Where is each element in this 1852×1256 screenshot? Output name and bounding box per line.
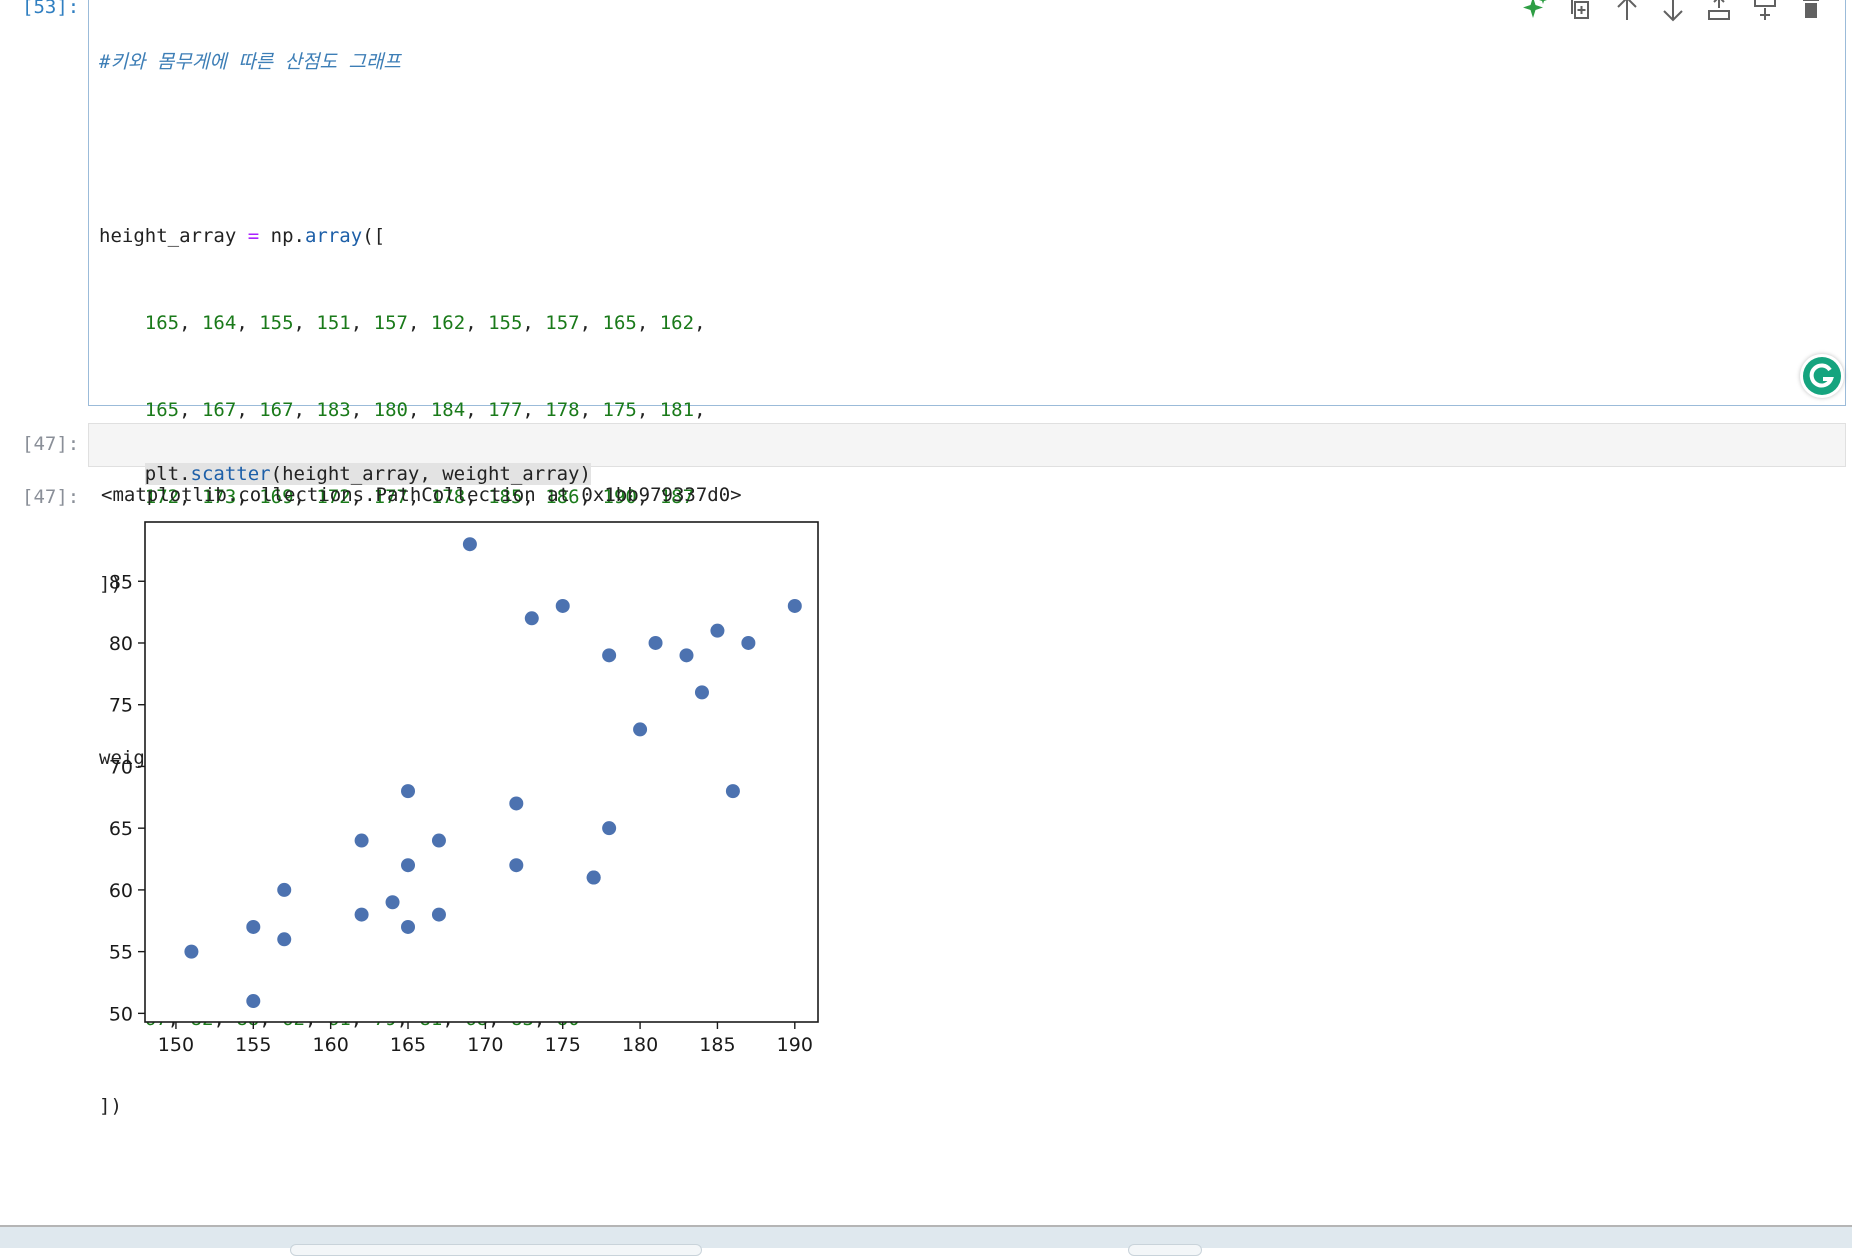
scatter-point [354,833,369,848]
scatter-point [184,944,199,959]
scatter-point [385,895,400,910]
grammarly-icon [1803,357,1841,395]
assign-op: = [247,225,260,247]
cell-prompt-47-in: [47]: [22,433,80,455]
x-tick-label: 155 [235,1034,271,1056]
y-tick-label: 85 [109,571,133,593]
x-tick-label: 185 [699,1034,735,1056]
x-tick-label: 165 [390,1034,426,1056]
scatter-point [246,994,261,1009]
array-value: 178 [545,399,580,421]
y-tick-label: 65 [109,818,133,840]
scatter-point [725,784,740,799]
array-value: 165 [144,399,180,421]
insert-above-icon[interactable] [1704,0,1734,24]
scatter-point [431,907,446,922]
array-value: 151 [316,312,351,334]
status-pill-left [290,1244,702,1256]
scatter-point [602,648,617,663]
x-tick-label: 170 [467,1034,503,1056]
grammarly-button[interactable] [1800,354,1844,398]
scatter-point [694,685,709,700]
scatter-args: (height_array, weight_array) [270,463,591,485]
array-value: 184 [430,399,466,421]
scatter-point [401,784,416,799]
y-tick-label: 70 [109,756,133,778]
move-up-icon[interactable] [1612,0,1642,24]
duplicate-icon[interactable] [1566,0,1596,24]
insert-below-icon[interactable] [1750,0,1780,24]
x-tick-label: 175 [545,1034,581,1056]
array-value: 167 [259,399,294,421]
scatter-point [679,648,694,663]
array-value: 162 [430,312,466,334]
array-value: 164 [201,312,237,334]
cell-prompt-53: [53]: [22,0,80,18]
scatter-point [787,598,802,613]
array-value: 155 [488,312,523,334]
x-tick-label: 160 [313,1034,349,1056]
y-tick-label: 55 [109,942,133,964]
scatter-point [462,537,477,552]
array-value: 175 [602,399,637,421]
status-bar [0,1227,1852,1248]
x-tick-label: 190 [777,1034,813,1056]
scatter-point [277,932,292,947]
x-tick-label: 180 [622,1034,658,1056]
scatter-point [509,796,524,811]
scatter-point [509,858,524,873]
array-value: 177 [488,399,523,421]
scatter-point [401,858,416,873]
cell-prompt-47-out: [47]: [22,486,80,508]
var-height: height_array [99,225,237,247]
scatter-point [602,821,617,836]
height-row-1: 165, 164, 155, 151, 157, 162, 155, 157, … [144,312,706,334]
array-fn: array [304,225,363,247]
scatter-point [633,722,648,737]
code-comment: #키와 몸무게에 따른 산점도 그래프 [99,51,401,73]
array-value: 157 [545,312,580,334]
y-tick-label: 75 [109,695,133,717]
move-down-icon[interactable] [1658,0,1688,24]
y-tick-label: 50 [109,1003,133,1025]
scatter-point [401,919,416,934]
x-tick-label: 150 [158,1034,194,1056]
np-ref: np [270,225,294,247]
scatter-fn: scatter [190,463,271,485]
cell-toolbar [1520,0,1840,24]
output-repr: <matplotlib.collections.PathCollection a… [101,484,742,506]
scatter-point [354,907,369,922]
height-row-2: 165, 167, 167, 183, 180, 184, 177, 178, … [144,399,706,421]
y-tick-label: 60 [109,880,133,902]
plot-frame [144,521,819,1023]
array-value: 165 [144,312,180,334]
array-value: 155 [259,312,294,334]
scatter-point [710,623,725,638]
code-cell-47[interactable]: plt.scatter(height_array, weight_array) [88,423,1846,485]
scatter-point [741,635,756,650]
delete-icon[interactable] [1796,0,1826,24]
sparkle-icon[interactable] [1520,0,1550,24]
scatter-point [648,635,663,650]
scatter-point [524,611,539,626]
array-value: 157 [373,312,408,334]
scatter-point [431,833,446,848]
array-value: 180 [373,399,408,421]
scatter-point [246,919,261,934]
status-pill-right [1128,1244,1202,1256]
y-tick-label: 80 [109,633,133,655]
scatter-point [277,882,292,897]
array-value: 167 [201,399,237,421]
array-value: 162 [659,312,695,334]
array-value: 183 [316,399,351,421]
scatter-point [555,598,570,613]
array-value: 165 [602,312,637,334]
scatter-chart: 150 155 160 165 170 175 180 185 190 50 55 60 65 70 75 8… [109,521,819,1056]
scatter-point [586,870,601,885]
array-value: 181 [659,399,695,421]
plt-ref: plt [144,463,180,485]
